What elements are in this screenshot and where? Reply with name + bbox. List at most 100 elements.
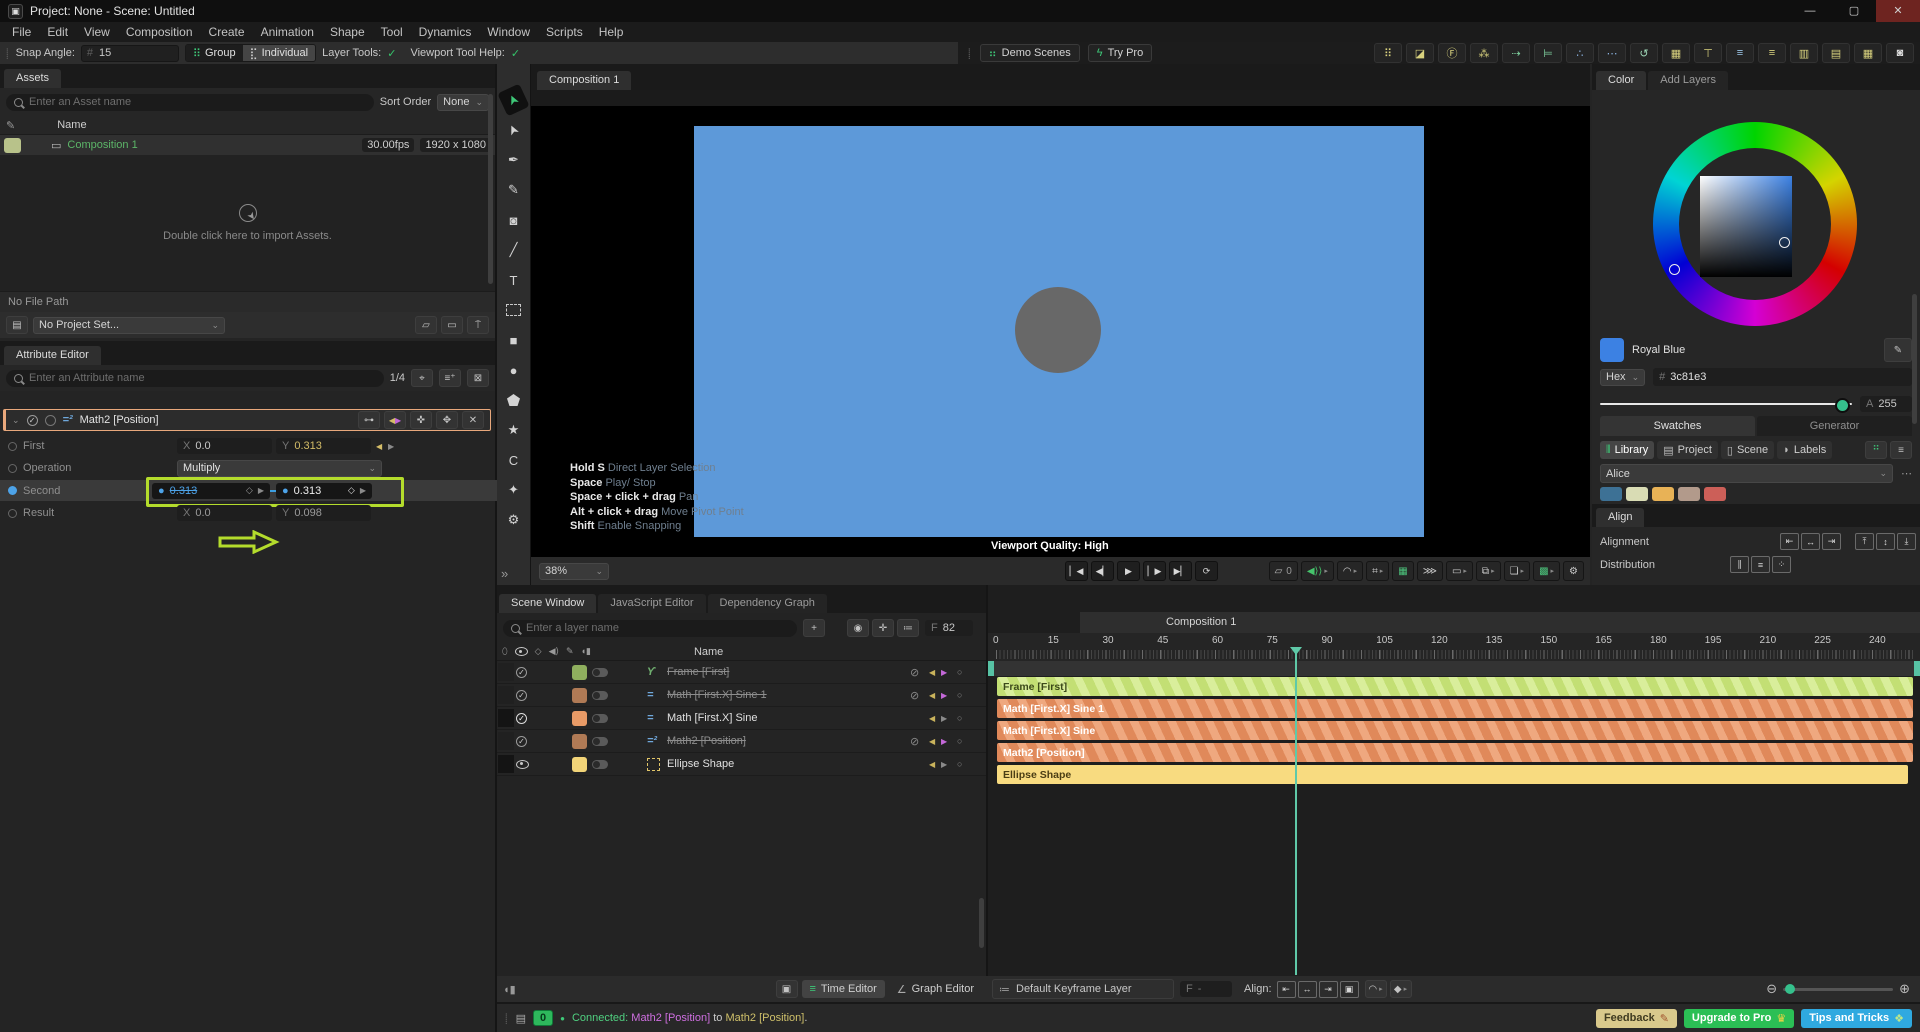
keyframe-align-button-1[interactable]: ↔ [1297, 980, 1317, 998]
viewport-zoom-select[interactable]: 38% ⌄ [539, 562, 609, 580]
hue-selector[interactable] [1669, 264, 1680, 275]
arc-tool[interactable]: C [501, 448, 526, 472]
layer-visibility-cell[interactable]: ✓ [516, 709, 532, 727]
extrude-box-icon[interactable]: ◪ [1406, 43, 1434, 63]
timeline-bar-5[interactable]: Ellipse Shape [997, 765, 1908, 784]
library-tab-library[interactable]: ⫴ Library [1600, 441, 1655, 459]
color-swatch-0[interactable] [1600, 487, 1622, 501]
timeline-range-bar[interactable] [988, 661, 1920, 676]
current-frame-field[interactable]: F 82 [925, 620, 973, 636]
keyframe-prev-icon[interactable]: ◀ [929, 755, 941, 773]
scatter-icon[interactable]: ⁂ [1470, 43, 1498, 63]
delete-button[interactable]: ⍑ [467, 316, 489, 334]
asset-row-composition-1[interactable]: ▭ Composition 1 30.00fps 1920 x 1080 [0, 135, 495, 155]
keyframe-circle-icon[interactable]: ○ [957, 732, 969, 750]
first-x-field[interactable]: X 0.0 [177, 438, 272, 454]
list-view-button[interactable]: ≡ [1890, 441, 1912, 459]
timeline-zoom-slider[interactable] [1783, 983, 1894, 994]
menu-help[interactable]: Help [591, 25, 632, 39]
distribute-button-0[interactable]: ∥ [1730, 556, 1750, 573]
dots-grid-icon[interactable]: ⠿ [1374, 43, 1402, 63]
demo-scenes-button[interactable]: ⠶ Demo Scenes [979, 44, 1080, 62]
viewport-tool-help-checkbox[interactable]: ✓ [511, 47, 520, 60]
stagger-down-icon[interactable]: ≡ [1726, 43, 1754, 63]
eye-icon[interactable] [514, 647, 528, 656]
layer-visibility-cell[interactable]: ✓ [516, 686, 532, 704]
camera-tool[interactable]: ◙ [501, 208, 526, 232]
transform-box-tool[interactable] [501, 298, 526, 322]
stagger-up-icon[interactable]: ≡ [1758, 43, 1786, 63]
frame-f-icon[interactable]: Ⓕ [1438, 43, 1466, 63]
distribute-button-2[interactable]: ⁘ [1772, 556, 1792, 573]
align-v-button-0[interactable]: ⤒ [1855, 533, 1874, 550]
maximize-button[interactable]: ▢ [1832, 0, 1876, 22]
range-end-handle[interactable] [1914, 661, 1920, 676]
transform-icon[interactable]: ✛ [872, 619, 894, 637]
pin-button[interactable]: ✜ [410, 411, 432, 429]
keyframe-align-button-0[interactable]: ⇤ [1276, 980, 1296, 998]
keyframe-type-button[interactable]: ◆ ▸ [1389, 980, 1412, 998]
layer-visibility-cell[interactable]: ✓ [516, 732, 532, 750]
rows-icon[interactable]: ▤ [1822, 43, 1850, 63]
snapshot-toggle[interactable]: ❏ ▸ [1503, 561, 1531, 581]
pencil-tool[interactable]: ✎ [501, 178, 526, 202]
close-button[interactable]: ✕ [1876, 0, 1920, 22]
eyedropper-button[interactable]: ✎ [1884, 338, 1912, 362]
fast-preview-toggle[interactable]: ⋙ [1416, 561, 1443, 581]
go-to-end-button[interactable]: ▶▏ [1169, 561, 1192, 581]
select-tool[interactable]: ➤ [497, 83, 530, 117]
tab-align[interactable]: Align [1596, 508, 1645, 527]
viewport-canvas[interactable]: Hold S Direct Layer Selection Space Play/… [531, 106, 1590, 557]
more-options-icon[interactable]: ⋯ [1901, 467, 1912, 480]
keyframe-circle-icon[interactable]: ○ [957, 663, 969, 681]
layer-row-5[interactable]: Ellipse Shape ◀ ▶ ○ [497, 753, 986, 776]
project-set-select[interactable]: No Project Set... ⌄ [33, 316, 225, 334]
keyframe-next-icon[interactable]: ▶ [941, 686, 953, 704]
right-panel-scrollbar[interactable] [1912, 294, 1917, 424]
hex-field[interactable]: # 3c81e3 [1653, 368, 1912, 386]
color-swatch-3[interactable] [1678, 487, 1700, 501]
result-y-field[interactable]: Y 0.098 [276, 505, 371, 521]
columns-icon[interactable]: ▥ [1790, 43, 1818, 63]
ellipse-tool[interactable]: ● [501, 358, 526, 382]
add-attribute-button[interactable]: ≡⁺ [439, 369, 461, 387]
project-folder-button[interactable]: ▤ [6, 316, 28, 334]
layer-name[interactable]: Ellipse Shape [667, 755, 917, 773]
tab-attribute-editor[interactable]: Attribute Editor [4, 346, 101, 365]
layer-row-4[interactable]: ✓ =² Math2 [Position] ⊘ ◀ ▶ ○ [497, 730, 986, 753]
layer-name[interactable]: Frame [First] [667, 663, 917, 681]
asset-import-dropzone[interactable]: Double click here to import Assets. [0, 155, 495, 291]
align-h-button-2[interactable]: ⇥ [1822, 533, 1841, 550]
sort-order-select[interactable]: None ⌄ [437, 93, 489, 111]
star-tool[interactable]: ★ [501, 418, 526, 442]
tab-dependency-graph[interactable]: Dependency Graph [707, 594, 827, 613]
open-folder-button[interactable]: ▱ [415, 316, 437, 334]
loop-button[interactable]: ⟳ [1195, 561, 1218, 581]
keyframe-nav-button[interactable]: ◀ ▶ [384, 411, 406, 429]
align-h-button-0[interactable]: ⇤ [1780, 533, 1799, 550]
distribute-button-1[interactable]: ≡ [1751, 556, 1771, 573]
layer-color-swatch[interactable] [572, 709, 587, 727]
minimize-button[interactable]: — [1788, 0, 1832, 22]
filter-icon[interactable]: ≔ [897, 619, 919, 637]
ease-button[interactable]: ◠ ▸ [1364, 980, 1387, 998]
attribute-header-math2[interactable]: ⌄ ✓ =² Math2 [Position] ⊶ ◀ ▶ ✜ ✥ ✕ [3, 409, 491, 431]
timeline-composition-tab[interactable]: Composition 1 [1080, 612, 1920, 633]
color-mode-select[interactable]: Hex ⌄ [1600, 368, 1646, 386]
layer-tag-toggle[interactable] [592, 709, 608, 727]
asset-name[interactable]: Composition 1 [67, 139, 137, 151]
align-v-button-1[interactable]: ↕ [1876, 533, 1895, 550]
layer-tag-toggle[interactable] [592, 663, 608, 681]
ellipse-shape[interactable] [1015, 287, 1101, 373]
keyframe-next-icon[interactable]: ▶ [388, 442, 394, 451]
menu-composition[interactable]: Composition [118, 25, 201, 39]
trail-arrow-icon[interactable]: ⇢ [1502, 43, 1530, 63]
keyframe-layer-select[interactable]: ≔ Default Keyframe Layer [992, 979, 1174, 999]
alpha-slider[interactable] [1600, 398, 1852, 413]
layer-tag-toggle[interactable] [592, 755, 608, 773]
library-tab-project[interactable]: ▤ Project [1657, 441, 1718, 459]
individual-mode-button[interactable]: ⣏ Individual [242, 45, 316, 61]
keyframe-prev-icon[interactable]: ◀ [929, 663, 941, 681]
frame-bounds-toggle[interactable]: ▭ ▸ [1445, 561, 1473, 581]
connect-dots-icon[interactable]: ∴ [1566, 43, 1594, 63]
